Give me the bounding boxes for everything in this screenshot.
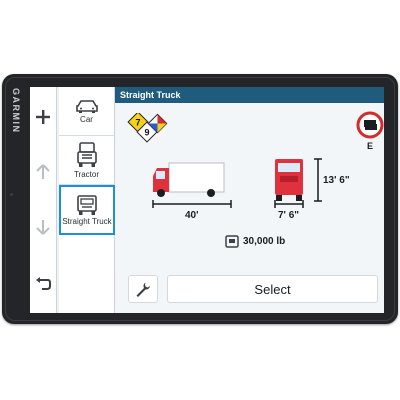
vehicle-item-straight-truck[interactable]: Straight Truck xyxy=(59,185,115,235)
width-value: 7' 6" xyxy=(278,210,300,221)
weight-readout: 30,000 lb xyxy=(225,235,285,248)
truck-side-view-icon xyxy=(152,162,232,208)
straight-truck-icon xyxy=(77,194,97,215)
plus-icon xyxy=(36,110,50,124)
light-sensor xyxy=(10,193,13,196)
vehicle-profile-panel: 7 9 E 40' 7' 6" 13' 6" 30,000 lb Select xyxy=(115,103,384,313)
vehicle-label: Car xyxy=(80,114,93,124)
hazmat-class-number: 7 xyxy=(135,118,140,128)
left-toolbar xyxy=(30,87,57,313)
weight-value: 30,000 lb xyxy=(243,236,286,247)
vehicle-list: Car Tractor Straight Truck xyxy=(59,87,115,313)
scroll-up-button[interactable] xyxy=(30,152,56,192)
tunnel-restriction-sign-icon xyxy=(356,111,384,139)
back-icon xyxy=(36,277,51,290)
vehicle-label: Straight Truck xyxy=(62,216,112,226)
vehicle-item-tractor[interactable]: Tractor xyxy=(59,136,114,185)
vehicle-settings-button[interactable] xyxy=(128,275,158,303)
vehicle-label: Tractor xyxy=(73,169,100,179)
car-icon xyxy=(75,99,98,113)
brand-logo: GARMIN xyxy=(11,88,21,134)
page-title: Straight Truck xyxy=(115,87,384,103)
length-value: 40' xyxy=(185,210,199,221)
scale-weight-icon xyxy=(225,235,239,248)
vehicle-item-car[interactable]: Car xyxy=(59,87,114,136)
hazmat-placard-icon: 7 9 xyxy=(127,113,168,143)
add-button[interactable] xyxy=(30,97,56,137)
tunnel-category-label: E xyxy=(366,141,373,151)
hazmat-class-number: 9 xyxy=(144,128,149,138)
scroll-down-button[interactable] xyxy=(30,207,56,247)
tractor-icon xyxy=(76,141,97,167)
select-button[interactable]: Select xyxy=(167,275,378,303)
arrow-down-icon xyxy=(36,220,50,235)
back-button[interactable] xyxy=(30,264,56,304)
wrench-icon xyxy=(136,282,150,297)
arrow-up-icon xyxy=(36,164,50,179)
screen: Car Tractor Straight Truck Straight Truc… xyxy=(30,87,384,313)
height-value: 13' 6" xyxy=(323,175,350,186)
